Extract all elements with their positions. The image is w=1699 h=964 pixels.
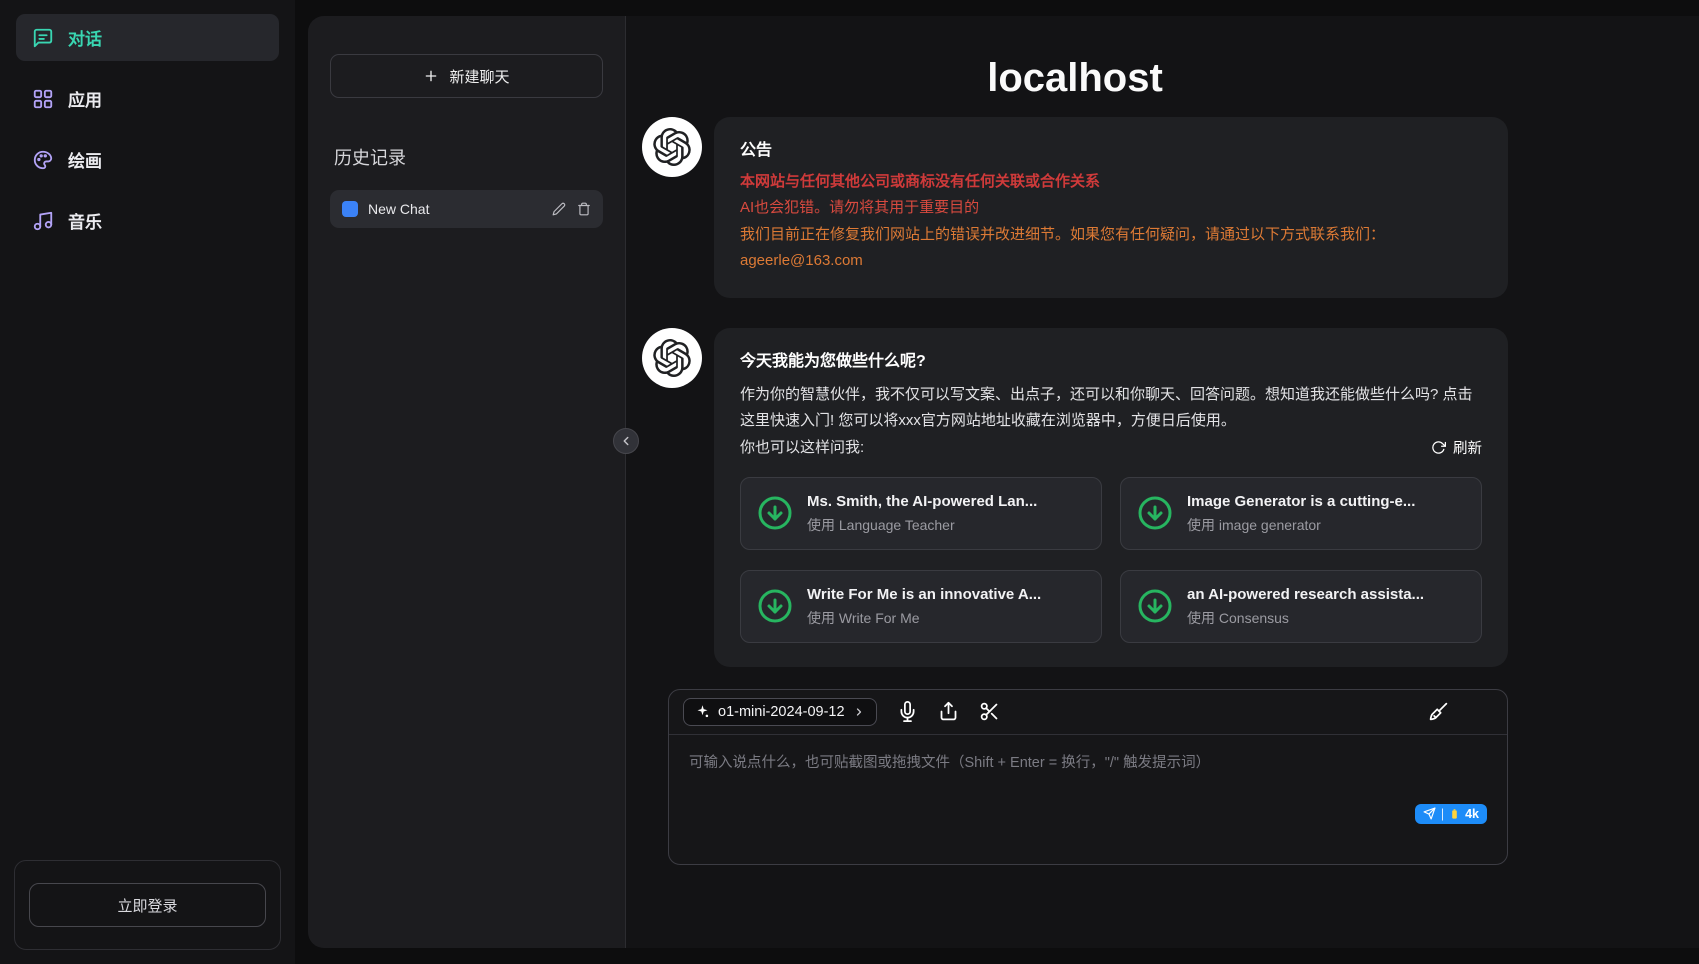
arrow-down-circle-icon: [1137, 588, 1173, 624]
refresh-label: 刷新: [1453, 437, 1482, 458]
edit-pencil-icon[interactable]: [552, 202, 566, 216]
suggestion-text: an AI-powered research assista... 使用 Con…: [1187, 584, 1465, 629]
history-panel: 新建聊天 历史记录 New Chat: [308, 16, 626, 948]
chevron-right-icon: [853, 706, 865, 718]
model-label: o1-mini-2024-09-12: [718, 704, 845, 720]
arrow-down-circle-icon: [757, 495, 793, 531]
microphone-icon[interactable]: [897, 701, 918, 722]
chat-main: localhost 公告 本网站与任何其他公司或商标没有任何关联或合作关系: [626, 16, 1699, 948]
hint-row: 你也可以这样问我: 刷新: [740, 435, 1482, 461]
suggestion-card[interactable]: Ms. Smith, the AI-powered Lan... 使用 Lang…: [740, 477, 1102, 550]
openai-logo-icon: [653, 128, 691, 166]
ask-hint-text: 你也可以这样问我:: [740, 435, 864, 461]
left-sidebar: 对话 应用 绘画: [0, 0, 295, 964]
sidebar-item-music[interactable]: 音乐: [16, 197, 279, 244]
refresh-icon: [1431, 440, 1446, 455]
sidebar-item-chat[interactable]: 对话: [16, 14, 279, 61]
announcement-line-2: AI也会犯错。请勿将其用于重要目的: [740, 195, 1482, 221]
token-count-badge[interactable]: | 4k: [1415, 804, 1487, 824]
sidebar-item-label: 对话: [68, 25, 102, 50]
announcement-line-1: 本网站与任何其他公司或商标没有任何关联或合作关系: [740, 169, 1482, 195]
palette-icon: [32, 149, 54, 171]
scissors-icon[interactable]: [979, 701, 1000, 722]
announcement-line-3: 我们目前正在修复我们网站上的错误并改进细节。如果您有任何疑问，请通过以下方式联系…: [740, 222, 1482, 248]
refresh-suggestions-button[interactable]: 刷新: [1431, 437, 1482, 458]
history-section-title: 历史记录: [334, 144, 599, 170]
suggestion-text: Image Generator is a cutting-e... 使用 ima…: [1187, 491, 1465, 536]
sidebar-item-paint[interactable]: 绘画: [16, 136, 279, 183]
arrow-down-circle-icon: [1137, 495, 1173, 531]
login-panel: 立即登录: [14, 860, 281, 950]
composer-input-area: | 4k: [669, 735, 1507, 864]
suggestion-text: Write For Me is an innovative A... 使用 Wr…: [807, 584, 1085, 629]
suggestion-title: Ms. Smith, the AI-powered Lan...: [807, 491, 1085, 514]
suggestion-text: Ms. Smith, the AI-powered Lan... 使用 Lang…: [807, 491, 1085, 536]
welcome-body: 作为你的智慧伙伴，我不仅可以写文案、出点子，还可以和你聊天、回答问题。想知道我还…: [740, 382, 1482, 435]
chat-item-actions: [552, 202, 591, 216]
suggestion-subtitle: 使用 image generator: [1187, 516, 1465, 536]
suggestion-card[interactable]: an AI-powered research assista... 使用 Con…: [1120, 570, 1482, 643]
new-chat-label: 新建聊天: [449, 66, 509, 87]
sidebar-item-label: 绘画: [68, 147, 102, 172]
sidebar-nav: 对话 应用 绘画: [0, 8, 295, 250]
sidebar-item-label: 音乐: [68, 208, 102, 233]
welcome-bubble: 今天我能为您做些什么呢? 作为你的智慧伙伴，我不仅可以写文案、出点子，还可以和你…: [714, 328, 1508, 667]
chat-history-item[interactable]: New Chat: [330, 190, 603, 228]
music-note-icon: [32, 210, 54, 232]
sidebar-item-apps[interactable]: 应用: [16, 75, 279, 122]
apps-grid-icon: [32, 88, 54, 110]
chat-input[interactable]: [687, 749, 1489, 807]
clear-context-broom-icon[interactable]: [1428, 701, 1449, 722]
welcome-heading: 今天我能为您做些什么呢?: [740, 348, 1482, 376]
delete-trash-icon[interactable]: [577, 202, 591, 216]
chat-message-list: 公告 本网站与任何其他公司或商标没有任何关联或合作关系 AI也会犯错。请勿将其用…: [642, 117, 1508, 667]
contact-email-link[interactable]: ageerle@163.com: [740, 252, 863, 269]
suggestion-subtitle: 使用 Language Teacher: [807, 516, 1085, 536]
assistant-avatar: [642, 328, 702, 388]
login-button[interactable]: 立即登录: [29, 883, 266, 927]
badge-divider: |: [1441, 807, 1444, 821]
arrow-down-circle-icon: [757, 588, 793, 624]
suggestion-subtitle: 使用 Write For Me: [807, 609, 1085, 629]
suggestion-title: an AI-powered research assista...: [1187, 584, 1465, 607]
page-title: localhost: [642, 56, 1508, 101]
chat-item-avatar: [342, 201, 358, 217]
suggestion-title: Image Generator is a cutting-e...: [1187, 491, 1465, 514]
send-plane-icon: [1423, 807, 1436, 820]
announcement-bubble: 公告 本网站与任何其他公司或商标没有任何关联或合作关系 AI也会犯错。请勿将其用…: [714, 117, 1508, 298]
chat-bubble-icon: [32, 27, 54, 49]
announcement-heading: 公告: [740, 137, 1482, 165]
openai-logo-icon: [653, 339, 691, 377]
new-chat-button[interactable]: 新建聊天: [330, 54, 603, 98]
suggestion-title: Write For Me is an innovative A...: [807, 584, 1085, 607]
message-announcement: 公告 本网站与任何其他公司或商标没有任何关联或合作关系 AI也会犯错。请勿将其用…: [642, 117, 1508, 298]
model-sparkle-icon: [695, 704, 710, 719]
sidebar-item-label: 应用: [68, 86, 102, 111]
token-count-label: 4k: [1465, 807, 1479, 821]
model-selector[interactable]: o1-mini-2024-09-12: [683, 698, 877, 726]
collapse-sidebar-handle[interactable]: [613, 428, 639, 454]
chevron-left-icon: [619, 434, 633, 448]
upload-icon[interactable]: [938, 701, 959, 722]
app-root: 对话 应用 绘画: [0, 0, 1699, 964]
battery-icon: [1449, 807, 1460, 821]
suggestion-card[interactable]: Write For Me is an innovative A... 使用 Wr…: [740, 570, 1102, 643]
suggestion-card[interactable]: Image Generator is a cutting-e... 使用 ima…: [1120, 477, 1482, 550]
composer: o1-mini-2024-09-12: [668, 689, 1508, 865]
assistant-avatar: [642, 117, 702, 177]
suggestion-subtitle: 使用 Consensus: [1187, 609, 1465, 629]
sidebar-spacer: [0, 250, 295, 860]
workspace: 新建聊天 历史记录 New Chat: [308, 16, 1699, 948]
suggestion-grid: Ms. Smith, the AI-powered Lan... 使用 Lang…: [740, 477, 1482, 643]
chat-item-title: New Chat: [368, 201, 542, 217]
plus-icon: [423, 68, 439, 84]
composer-toolbar: o1-mini-2024-09-12: [669, 690, 1507, 735]
message-welcome: 今天我能为您做些什么呢? 作为你的智慧伙伴，我不仅可以写文案、出点子，还可以和你…: [642, 328, 1508, 667]
